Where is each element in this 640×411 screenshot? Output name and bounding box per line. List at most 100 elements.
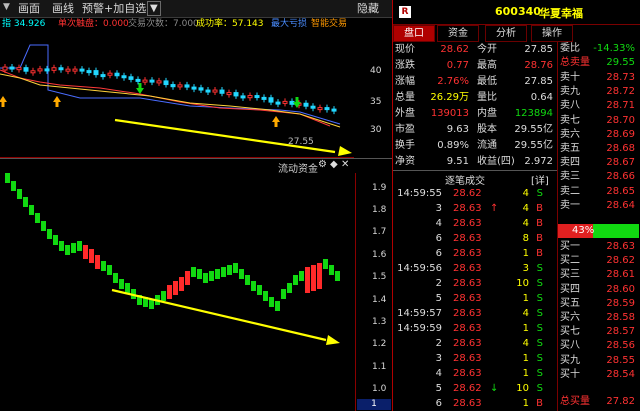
draw-line-button[interactable]: 画线 [52, 2, 74, 15]
tab-funds[interactable]: 资金 [437, 25, 479, 42]
trade-time: 3 [435, 353, 442, 364]
candlestick-chart[interactable]: 27.55 [0, 30, 354, 158]
trade-row: 3 28.63 1 S [393, 351, 557, 366]
candle [93, 70, 99, 76]
quote-label: 净资 [395, 156, 415, 167]
flow-bar [179, 277, 184, 291]
level-price: 28.70 [606, 114, 635, 126]
flow-bar [185, 271, 190, 285]
flow-bar [173, 281, 178, 295]
quote-label: 涨跌 [395, 60, 415, 71]
quote-value: 0.77 [446, 60, 469, 71]
trade-row: 4 28.63 1 S [393, 366, 557, 381]
trade-side: S [536, 383, 543, 394]
quote-value: 27.85 [524, 44, 553, 55]
trade-volume: 4 [522, 188, 529, 199]
flow-bar [125, 283, 130, 293]
flow-bar [101, 261, 106, 271]
axis-tick: 1.0 [372, 384, 387, 394]
candle [156, 80, 162, 84]
candle [107, 72, 113, 76]
flow-bar [233, 263, 238, 273]
flow-bar [23, 197, 28, 207]
level-label: 买八 [560, 340, 580, 352]
level-price: 28.69 [606, 128, 635, 140]
axis-tick: 1.1 [372, 362, 387, 372]
quote-label: 外盘 [395, 108, 415, 119]
trade-price: 28.62 [453, 188, 482, 199]
candle [331, 108, 337, 112]
add-watchlist-button[interactable]: +加自选 [104, 2, 146, 15]
trade-price: 28.63 [453, 398, 482, 409]
level-label: 卖二 [560, 185, 580, 197]
page-indicator[interactable]: 1 [357, 399, 391, 410]
tab-analysis[interactable]: 分析 [485, 25, 527, 42]
trade-price: 28.63 [453, 263, 482, 274]
quote-label: 最高 [477, 60, 497, 71]
trade-time: 14:59:56 [397, 263, 442, 274]
detail-button[interactable]: [详] [531, 172, 549, 187]
candle [58, 67, 64, 71]
level-label: 卖七 [560, 114, 580, 126]
trade-time: 5 [435, 383, 442, 394]
level-label: 卖六 [560, 128, 580, 140]
sell-total-value: 29.55 [606, 57, 635, 68]
quote-panel: R 600340 华夏幸福 盘口 资金 分析 操作 现价 28.62 今开 27.85… [392, 0, 640, 411]
trade-side: S [536, 308, 543, 319]
trade-side: S [536, 293, 543, 304]
gear-icon[interactable]: ⚙ [318, 159, 327, 170]
trade-side: B [536, 203, 543, 214]
quote-label: 换手 [395, 140, 415, 151]
candle [128, 76, 134, 80]
level-price: 28.72 [606, 86, 635, 98]
trade-price: 28.63 [453, 248, 482, 259]
trade-row: 14:59:55 28.62 4 S [393, 186, 557, 201]
candle [310, 105, 316, 109]
last-price-label: 27.55 [288, 137, 314, 147]
level-label: 买二 [560, 255, 580, 267]
trade-row: 14:59:57 28.63 4 S [393, 306, 557, 321]
close-icon[interactable]: ✕ [341, 159, 349, 170]
candle [114, 72, 120, 77]
quote-label: 最低 [477, 76, 497, 87]
trade-price: 28.63 [453, 368, 482, 379]
candle [44, 68, 50, 72]
candle [247, 95, 253, 99]
trade-row: 5 28.62 ↓ 10 S [393, 381, 557, 396]
chevron-down-icon[interactable]: ▼ [3, 2, 10, 12]
trade-row: 3 28.63 ↑ 4 B [393, 201, 557, 216]
quote-label: 股本 [477, 124, 497, 135]
trade-side: S [536, 323, 543, 334]
tab-operation[interactable]: 操作 [531, 25, 573, 42]
indicator-value: 交易次数：7.000 [128, 19, 199, 29]
alert-button[interactable]: 预警 [82, 2, 104, 15]
candle [205, 89, 211, 93]
dropdown-button[interactable]: ▼ [147, 1, 161, 16]
flow-bar [29, 205, 34, 215]
axis-tick: 1.2 [372, 339, 387, 349]
axis-tick: 40 [370, 66, 382, 76]
candle [142, 79, 148, 83]
flow-bar [65, 245, 70, 255]
quote-label: 流通 [477, 140, 497, 151]
trade-volume: 1 [522, 293, 529, 304]
trade-side: B [536, 233, 543, 244]
tab-pankou[interactable]: 盘口 [393, 25, 435, 42]
trades-header: 逐笔成交 [详] [393, 170, 557, 187]
trade-time: 4 [435, 218, 442, 229]
trade-price: 28.63 [453, 203, 482, 214]
capital-flow-chart[interactable] [0, 173, 354, 411]
trend-arrow-head [326, 335, 340, 345]
trade-time: 6 [435, 248, 442, 259]
hide-button[interactable]: 隐藏 [357, 2, 379, 15]
flow-bar [323, 259, 328, 269]
swap-icon[interactable]: ◆ [330, 159, 338, 170]
flow-bar [83, 245, 88, 259]
level-label: 卖九 [560, 86, 580, 98]
trade-time: 4 [435, 368, 442, 379]
flow-bar [95, 255, 100, 269]
trade-side: B [536, 398, 543, 409]
flow-bar [119, 279, 124, 289]
draw-screen-button[interactable]: 画面 [18, 2, 40, 15]
trade-side: B [536, 218, 543, 229]
